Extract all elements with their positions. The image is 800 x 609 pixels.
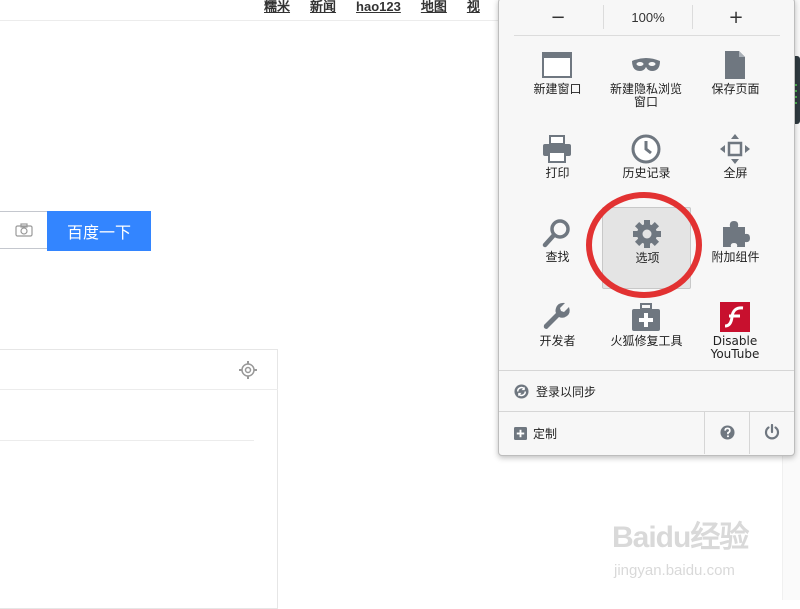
camera-icon[interactable] — [15, 223, 33, 237]
addons-label: 附加组件 — [711, 250, 760, 264]
addons-button[interactable]: 附加组件 — [691, 207, 780, 289]
toolkit-icon — [632, 303, 660, 331]
plus-square-icon — [514, 427, 527, 440]
help-icon — [720, 425, 735, 440]
nav-link-video[interactable]: 视 — [467, 0, 480, 16]
fullscreen-icon — [720, 134, 750, 164]
menu-footer: 定制 — [499, 412, 794, 454]
content-panel — [0, 349, 278, 609]
highlight-circle — [586, 192, 702, 298]
wrench-icon — [543, 302, 570, 329]
save-page-label: 保存页面 — [711, 82, 760, 96]
nav-link-hao123[interactable]: hao123 — [356, 0, 401, 16]
zoom-reset-button[interactable]: 100% — [603, 5, 693, 29]
watermark: Baidu经验 jingyan.baidu.com — [612, 512, 749, 579]
power-icon — [764, 424, 780, 440]
nav-link-news[interactable]: 新闻 — [310, 0, 336, 16]
zoom-in-button[interactable]: + — [692, 5, 780, 29]
clock-icon — [631, 134, 661, 164]
window-icon — [542, 52, 572, 78]
fullscreen-label: 全屏 — [723, 166, 748, 180]
header-divider — [0, 20, 510, 21]
panel-row-divider — [0, 440, 254, 441]
history-label: 历史记录 — [622, 166, 671, 180]
new-window-button[interactable]: 新建窗口 — [513, 39, 602, 121]
nav-link-map[interactable]: 地图 — [421, 0, 447, 16]
sync-icon — [514, 383, 529, 399]
print-button[interactable]: 打印 — [513, 123, 602, 205]
nav-link-nuomi[interactable]: 糯米 — [264, 0, 290, 16]
settings-gear-icon[interactable] — [238, 360, 258, 380]
help-button[interactable] — [704, 412, 750, 454]
mask-icon — [632, 58, 660, 71]
customize-label: 定制 — [533, 427, 558, 441]
private-window-label: 新建隐私浏览窗口 — [610, 82, 683, 109]
print-label: 打印 — [545, 166, 570, 180]
repair-tool-button[interactable]: 火狐修复工具 — [602, 291, 691, 373]
printer-icon — [543, 135, 571, 163]
customize-button[interactable]: 定制 — [514, 425, 557, 442]
sync-label: 登录以同步 — [536, 384, 597, 399]
quit-button[interactable] — [749, 412, 795, 454]
disable-youtube-button[interactable]: Disable YouTube — [691, 291, 780, 373]
watermark-brand: Baidu经验 — [612, 521, 749, 554]
fullscreen-button[interactable]: 全屏 — [691, 123, 780, 205]
flash-icon — [720, 302, 750, 332]
watermark-url: jingyan.baidu.com — [614, 562, 735, 579]
save-page-button[interactable]: 保存页面 — [691, 39, 780, 121]
private-window-button[interactable]: 新建隐私浏览窗口 — [602, 39, 691, 121]
search-input[interactable] — [0, 211, 47, 249]
repair-tool-label: 火狐修复工具 — [610, 334, 683, 348]
new-window-label: 新建窗口 — [533, 82, 582, 96]
magnifier-icon — [542, 219, 570, 248]
page-icon — [725, 51, 745, 79]
zoom-out-button[interactable]: − — [514, 5, 602, 29]
developer-button[interactable]: 开发者 — [513, 291, 602, 373]
zoom-controls: − 100% + — [514, 0, 780, 36]
panel-divider — [0, 389, 278, 390]
top-nav: 糯米 新闻 hao123 地图 视 — [264, 0, 500, 16]
sync-signin-button[interactable]: 登录以同步 — [499, 371, 794, 411]
puzzle-icon — [723, 221, 750, 247]
search-button[interactable]: 百度一下 — [47, 211, 151, 251]
disable-youtube-label: Disable YouTube — [710, 334, 760, 361]
developer-label: 开发者 — [539, 334, 576, 348]
